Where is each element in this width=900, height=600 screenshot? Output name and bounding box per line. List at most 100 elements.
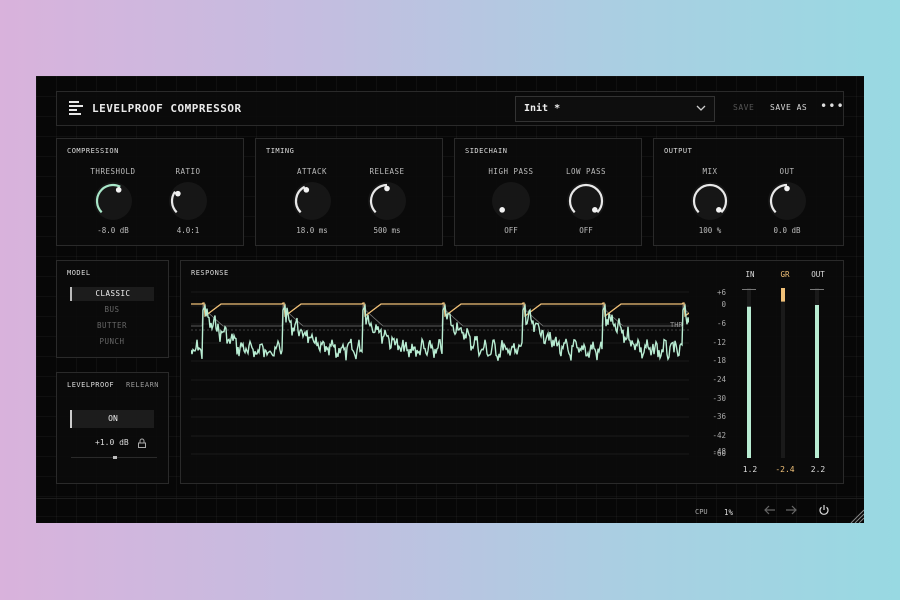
knob-indicator [592, 207, 598, 213]
scale-label: -6 [716, 319, 726, 328]
knob-label: OUT [779, 167, 795, 176]
knob-value: 4.0:1 [176, 226, 200, 235]
scale-label: -30 [712, 394, 726, 403]
out-knob[interactable] [766, 180, 808, 222]
slider-thumb[interactable] [113, 456, 117, 459]
out-meter-fill [815, 305, 819, 458]
knob-value: -8.0 dB [97, 226, 129, 235]
output-level-line [191, 303, 689, 362]
redo-arrow-icon[interactable] [784, 503, 798, 517]
knob-body [169, 182, 207, 220]
release-control: RELEASE 500 ms [357, 167, 417, 235]
low-pass-knob[interactable] [565, 180, 607, 222]
scale-label: -18 [712, 356, 726, 365]
save-button[interactable]: SAVE [733, 103, 754, 112]
knob-value: OFF [579, 226, 593, 235]
knob-value: 100 % [698, 226, 722, 235]
scale-label: -24 [712, 375, 726, 384]
attack-control: ATTACK 18.0 ms [282, 167, 342, 235]
threshold-label: THR [670, 321, 683, 329]
knob-indicator [499, 207, 505, 213]
high-pass-knob[interactable] [490, 180, 532, 222]
model-item-classic[interactable]: CLASSIC [70, 287, 154, 301]
knob-value: OFF [504, 226, 518, 235]
knob-indicator [303, 187, 310, 193]
cpu-value: 1% [724, 508, 734, 517]
out-meter-label: OUT [811, 270, 825, 279]
grid-lines [191, 291, 689, 455]
save-as-button[interactable]: SAVE AS [770, 103, 807, 112]
scale-label: -12 [712, 338, 726, 347]
logo-icon [69, 101, 83, 117]
section-title: TIMING [266, 147, 295, 155]
out-meter-peak [810, 289, 824, 290]
knob-indicator [384, 185, 390, 192]
app-title: LEVELPROOF COMPRESSOR [92, 102, 242, 115]
plugin-window: LEVELPROOF COMPRESSOR Init * SAVE SAVE A… [36, 76, 864, 523]
section-title: OUTPUT [664, 147, 693, 155]
scale-label: -42 [712, 431, 726, 440]
scale-label: 0 [721, 300, 726, 309]
levelproof-section: LEVELPROOF RELEARN ON +1.0 dB [56, 372, 169, 484]
response-graph [191, 291, 689, 455]
knob-body [567, 182, 605, 220]
release-knob[interactable] [366, 180, 408, 222]
threshold-knob[interactable] [92, 180, 134, 222]
preset-dropdown[interactable]: Init * [515, 96, 715, 122]
timing-section: TIMING ATTACK 18.0 ms RELEASE 500 ms [255, 138, 443, 246]
model-item-punch[interactable]: PUNCH [70, 335, 154, 349]
more-options-button[interactable]: ••• [820, 99, 845, 113]
gain-reduction-line [191, 302, 689, 318]
out-control: OUT 0.0 dB [757, 167, 817, 235]
response-section: RESPONSE THR IN GR OUT +6 0 -6 -12 -18 -… [180, 260, 844, 484]
knob-body [492, 182, 530, 220]
gr-meter-value: -2.4 [775, 465, 795, 474]
scale-label: -60 [712, 449, 726, 458]
scale-label: -36 [712, 412, 726, 421]
lock-icon[interactable] [137, 438, 147, 448]
high-pass-control: HIGH PASS OFF [481, 167, 541, 235]
undo-arrow-icon[interactable] [763, 503, 777, 517]
section-title: LEVELPROOF [67, 381, 115, 389]
compression-section: COMPRESSION THRESHOLD -8.0 dB RATIO 4.0:… [56, 138, 244, 246]
mix-control: MIX 100 % [680, 167, 740, 235]
section-title: MODEL [67, 269, 91, 277]
knob-body [691, 182, 729, 220]
knob-label: RELEASE [369, 167, 405, 176]
low-pass-control: LOW PASS OFF [556, 167, 616, 235]
cpu-label: CPU [695, 508, 708, 516]
knob-indicator [115, 187, 122, 193]
in-meter-value: 1.2 [742, 465, 758, 474]
attack-knob[interactable] [291, 180, 333, 222]
sidechain-section: SIDECHAIN HIGH PASS OFF LOW PASS OFF [454, 138, 642, 246]
levelproof-slider[interactable] [71, 456, 157, 459]
relearn-button[interactable]: RELEARN [126, 381, 159, 389]
preset-name: Init * [524, 103, 561, 114]
in-meter-peak [742, 289, 756, 290]
levelproof-toggle[interactable]: ON [70, 410, 154, 428]
knob-label: MIX [702, 167, 718, 176]
model-item-bus[interactable]: BUS [70, 303, 154, 317]
power-icon[interactable] [818, 504, 830, 516]
knob-indicator [716, 207, 722, 213]
model-section: MODEL CLASSIC BUS BUTTER PUNCH [56, 260, 169, 358]
response-title: RESPONSE [191, 269, 229, 277]
ratio-knob[interactable] [167, 180, 209, 222]
level-meters [742, 288, 824, 458]
knob-indicator [784, 185, 790, 192]
chevron-down-icon [696, 105, 706, 111]
in-meter-label: IN [745, 270, 755, 279]
knob-value: 18.0 ms [296, 226, 328, 235]
knob-label: THRESHOLD [90, 167, 136, 176]
knob-value: 0.0 dB [773, 226, 801, 235]
mix-knob[interactable] [689, 180, 731, 222]
footer-divider [36, 498, 864, 499]
out-meter-value: 2.2 [810, 465, 826, 474]
header-bar: LEVELPROOF COMPRESSOR Init * SAVE SAVE A… [56, 91, 844, 126]
knob-body [94, 182, 132, 220]
knob-value: 500 ms [373, 226, 401, 235]
model-item-butter[interactable]: BUTTER [70, 319, 154, 333]
resize-handle-icon[interactable] [848, 508, 864, 523]
in-meter-fill [747, 306, 751, 458]
knob-body [293, 182, 331, 220]
